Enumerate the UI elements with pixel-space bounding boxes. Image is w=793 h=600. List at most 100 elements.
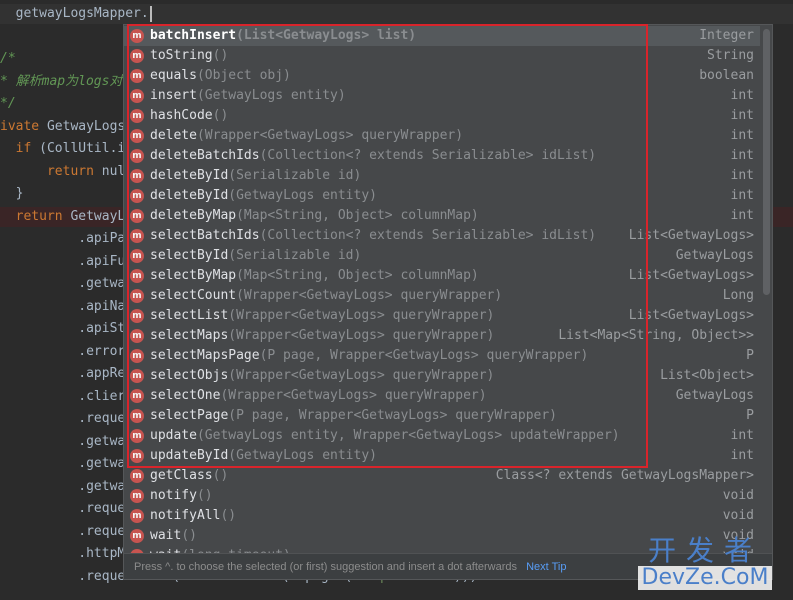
completion-list[interactable]: m batchInsert(List<GetwayLogs> list) Integ…: [124, 25, 760, 555]
completion-signature: selectOne(Wrapper<GetwayLogs> queryWrapp…: [150, 386, 487, 406]
completion-item[interactable]: m selectMapsPage(P page, Wrapper<GetwayLo…: [124, 346, 760, 366]
completion-item[interactable]: m selectList(Wrapper<GetwayLogs> queryWra…: [124, 306, 760, 326]
completion-signature: delete(Wrapper<GetwayLogs> queryWrapper): [150, 126, 463, 146]
method-name: selectByMap: [150, 268, 237, 283]
method-params: (): [181, 528, 197, 543]
completion-item[interactable]: m notify() void: [124, 486, 760, 506]
return-type: int: [730, 448, 754, 463]
method-icon: m: [130, 269, 144, 283]
method-icon: m: [130, 489, 144, 503]
return-type: int: [730, 208, 754, 223]
completion-item[interactable]: m getClass() Class<? extends GetwayLogsMap…: [124, 466, 760, 486]
code-line: return nul: [0, 162, 125, 182]
method-icon: m: [130, 469, 144, 483]
completion-signature: notifyAll(): [150, 506, 236, 526]
code-token: .appRe: [78, 366, 126, 381]
completion-item[interactable]: m selectObjs(Wrapper<GetwayLogs> queryWra…: [124, 366, 760, 386]
method-icon: m: [130, 129, 144, 143]
code-line: .getwa: [0, 432, 125, 452]
next-tip-link[interactable]: Next Tip: [526, 561, 566, 573]
completion-item[interactable]: m equals(Object obj) boolean: [124, 66, 760, 86]
completion-signature: batchInsert(List<GetwayLogs> list): [150, 26, 416, 46]
method-icon: m: [130, 309, 144, 323]
completion-item[interactable]: m deleteByMap(Map<String, Object> columnM…: [124, 206, 760, 226]
completion-signature: getClass(): [150, 466, 228, 486]
completion-item[interactable]: m selectPage(P page, Wrapper<GetwayLogs> …: [124, 406, 760, 426]
text-caret: [149, 5, 152, 22]
completion-item[interactable]: m selectMaps(Wrapper<GetwayLogs> queryWra…: [124, 326, 760, 346]
return-type: int: [730, 428, 754, 443]
return-type: List<GetwayLogs>: [628, 308, 754, 323]
watermark-logo: 开发者 DevZe.CoM: [625, 536, 785, 596]
completion-item[interactable]: m deleteById(GetwayLogs entity) int: [124, 186, 760, 206]
completion-item[interactable]: m notifyAll() void: [124, 506, 760, 526]
code-token: .reque: [78, 523, 126, 539]
return-type: void: [722, 508, 754, 523]
code-completion-popup[interactable]: m batchInsert(List<GetwayLogs> list) Integ…: [123, 24, 773, 580]
return-type: int: [730, 148, 754, 163]
method-icon: m: [130, 89, 144, 103]
code-line: if (CollUtil.i: [0, 139, 126, 159]
method-params: (): [212, 48, 229, 63]
method-icon: m: [130, 69, 144, 83]
method-name: deleteById: [150, 188, 229, 203]
code-line: .getwa: [0, 454, 125, 474]
completion-item[interactable]: m selectById(Serializable id) GetwayLogs: [124, 246, 760, 266]
completion-signature: notify(): [150, 486, 213, 506]
code-token: .getwa: [78, 456, 126, 471]
return-type: Long: [722, 288, 754, 303]
method-params: (): [212, 108, 229, 123]
completion-item[interactable]: m deleteBatchIds(Collection<? extends Ser…: [124, 146, 760, 166]
completion-scrollbar[interactable]: [763, 29, 770, 295]
completion-item[interactable]: m deleteById(Serializable id) int: [124, 166, 760, 186]
method-icon: m: [130, 149, 144, 163]
method-name: toString: [150, 48, 213, 63]
method-params: (Wrapper<GetwayLogs> queryWrapper): [220, 388, 487, 403]
method-params: (Serializable id): [228, 168, 362, 183]
completion-item[interactable]: m selectBatchIds(Collection<? extends Ser…: [124, 226, 760, 246]
method-name: selectPage: [150, 408, 229, 423]
completion-item[interactable]: m insert(GetwayLogs entity) int: [124, 86, 760, 106]
code-token: getwayLogsMapper.: [15, 6, 149, 21]
method-icon: m: [130, 209, 144, 223]
completion-item[interactable]: m hashCode() int: [124, 106, 760, 126]
method-name: deleteById: [150, 168, 229, 183]
return-type: int: [730, 108, 754, 123]
method-params: (Collection<? extends Serializable> idLi…: [259, 228, 597, 243]
method-name: wait: [150, 528, 182, 543]
method-name: selectById: [150, 248, 229, 263]
code-line: ivate GetwayLogs: [0, 117, 125, 137]
code-line: .apiFu: [0, 252, 125, 272]
method-icon: m: [130, 529, 144, 543]
method-params: (): [196, 488, 213, 503]
completion-item[interactable]: m batchInsert(List<GetwayLogs> list) Integ…: [124, 26, 760, 46]
return-type: int: [730, 188, 754, 203]
completion-item[interactable]: m update(GetwayLogs entity, Wrapper<Getwa…: [124, 426, 760, 446]
completion-item[interactable]: m selectByMap(Map<String, Object> columnM…: [124, 266, 760, 286]
method-icon: m: [130, 329, 144, 343]
completion-signature: selectCount(Wrapper<GetwayLogs> queryWra…: [150, 286, 502, 306]
return-type: P: [746, 348, 754, 363]
completion-item[interactable]: m toString() String: [124, 46, 760, 66]
method-params: (): [212, 468, 229, 483]
completion-signature: selectMaps(Wrapper<GetwayLogs> queryWrap…: [150, 326, 494, 346]
code-token: .apiSt: [78, 321, 126, 336]
return-type: boolean: [699, 68, 754, 83]
completion-signature: deleteByMap(Map<String, Object> columnMa…: [150, 206, 479, 226]
completion-item[interactable]: m selectOne(Wrapper<GetwayLogs> queryWrap…: [124, 386, 760, 406]
completion-item[interactable]: m delete(Wrapper<GetwayLogs> queryWrapper…: [124, 126, 760, 146]
code-line: .reque: [0, 409, 125, 429]
completion-signature: selectList(Wrapper<GetwayLogs> queryWrap…: [150, 306, 494, 326]
completion-item[interactable]: m selectCount(Wrapper<GetwayLogs> queryWr…: [124, 286, 760, 306]
code-line: .getwa: [0, 477, 125, 497]
code-token: .reque: [78, 501, 126, 516]
code-token: nul: [93, 163, 126, 179]
completion-signature: update(GetwayLogs entity, Wrapper<Getway…: [150, 426, 620, 446]
return-type: String: [707, 48, 754, 63]
completion-signature: selectById(Serializable id): [150, 246, 361, 266]
completion-item[interactable]: m updateById(GetwayLogs entity) int: [124, 446, 760, 466]
code-keyword: ivate: [0, 118, 40, 134]
completion-signature: wait(): [150, 526, 197, 546]
method-name: selectOne: [150, 388, 221, 403]
method-name: deleteBatchIds: [150, 148, 260, 163]
